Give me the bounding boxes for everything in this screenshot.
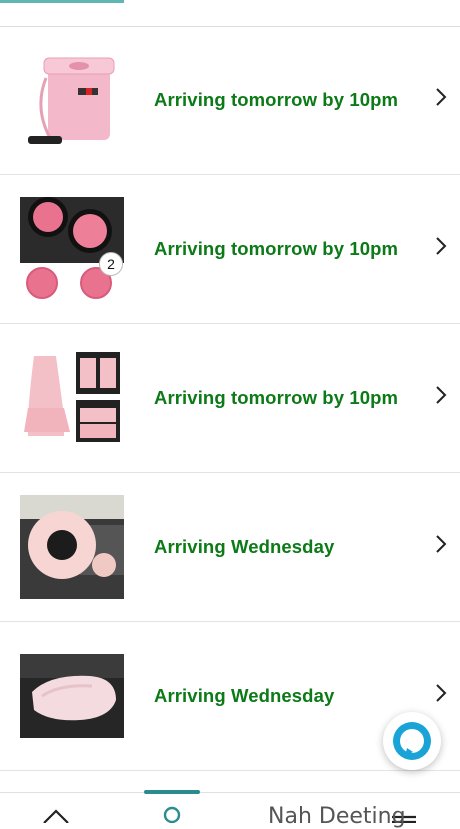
chevron-right-icon [436,535,447,553]
product-thumbnail [20,48,124,152]
overlay-text: Nah Deeting [268,804,406,829]
tab-indicator [0,0,124,3]
delivery-status: Arriving tomorrow by 10pm [154,238,399,259]
alexa-button[interactable] [383,712,441,770]
order-row[interactable]: Arriving tomorrow by 10pm [0,324,460,473]
delivery-status: Arriving tomorrow by 10pm [154,89,399,110]
product-thumbnail [20,346,124,450]
order-row[interactable]: Arriving tomorrow by 10pm [0,26,460,175]
product-thumbnail [20,495,124,599]
chevron-right-icon [436,684,447,702]
chevron-right-icon [436,386,447,404]
delivery-status: Arriving tomorrow by 10pm [154,387,399,408]
quantity-badge: 2 [99,252,123,276]
order-row[interactable]: 2 Arriving tomorrow by 10pm [0,175,460,324]
order-list: Arriving tomorrow by 10pm 2 Arriving tom… [0,26,460,771]
alexa-icon [393,722,431,760]
product-thumbnail [20,197,124,301]
chevron-right-icon [436,88,447,106]
nav-active-indicator [144,790,200,794]
delivery-status: Arriving Wednesday [154,536,335,557]
home-icon[interactable] [36,801,76,823]
chevron-right-icon [436,237,447,255]
top-tab-strip [0,0,460,27]
delivery-status: Arriving Wednesday [154,685,335,706]
account-icon[interactable] [152,801,192,823]
order-row[interactable]: Arriving Wednesday [0,473,460,622]
product-thumbnail [20,654,124,738]
